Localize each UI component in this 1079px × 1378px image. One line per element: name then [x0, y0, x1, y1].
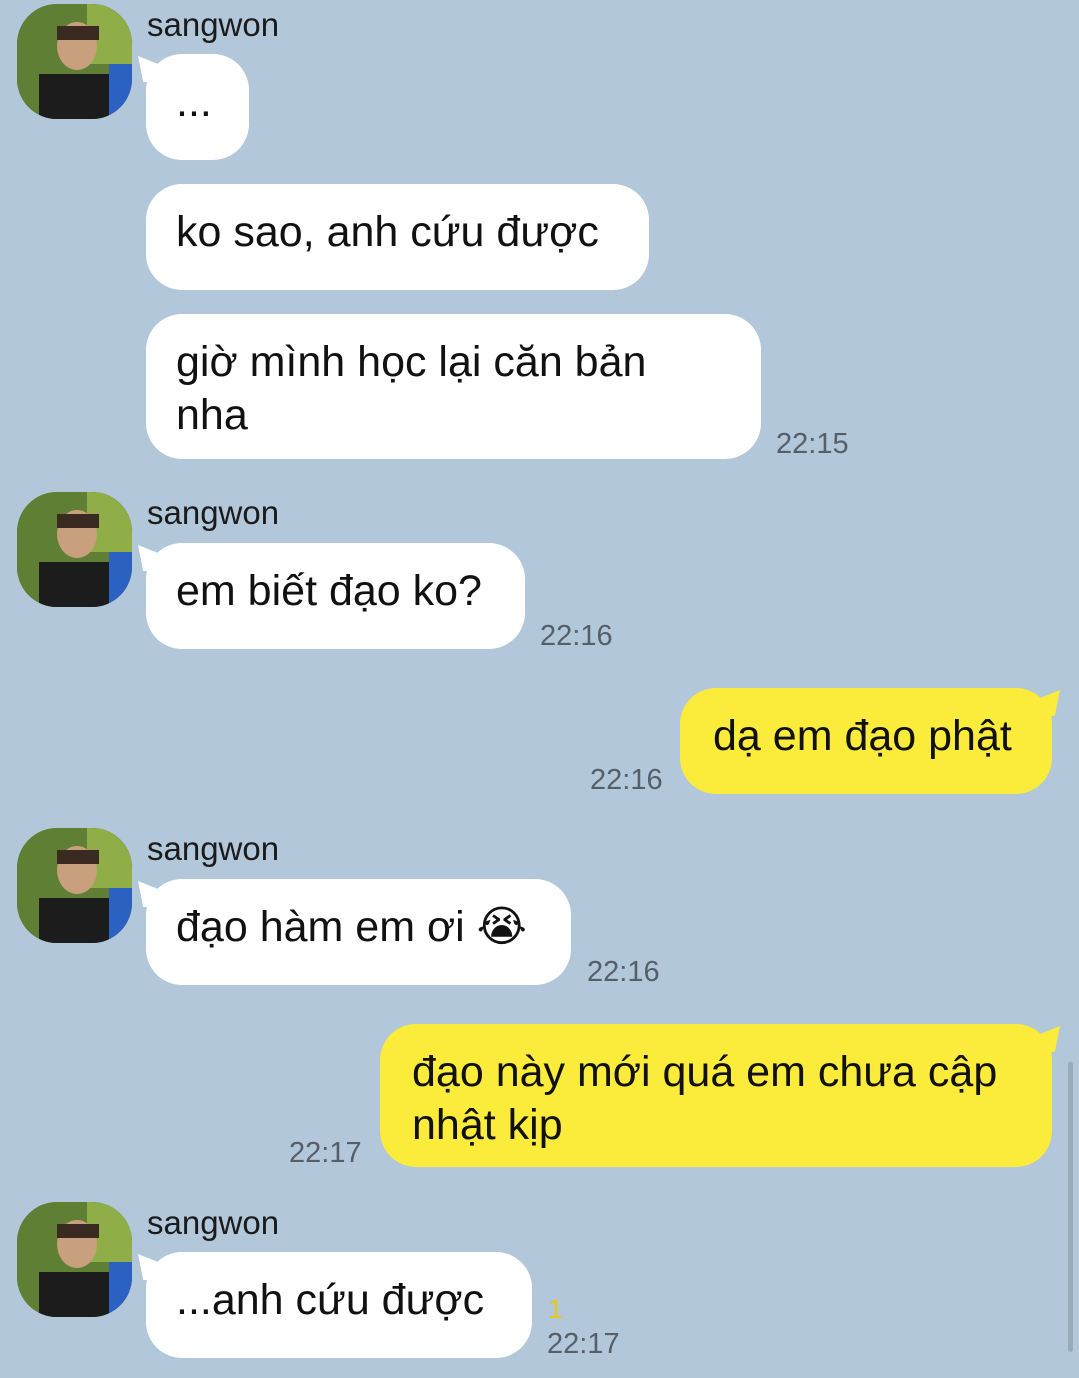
message-timestamp: 22:16 [590, 764, 663, 796]
sender-avatar[interactable] [17, 4, 132, 119]
message-timestamp: 22:17 [289, 1137, 362, 1169]
message-bubble[interactable]: ...anh cứu được [146, 1252, 532, 1358]
message-timestamp: 22:17 [547, 1328, 620, 1360]
message-timestamp: 22:16 [540, 620, 613, 652]
message-timestamp: 22:15 [776, 428, 849, 460]
message-bubble[interactable]: em biết đạo ko? [146, 543, 525, 649]
sender-name: sangwon [147, 6, 280, 43]
message-bubble[interactable]: đạo hàm em ơi 😭 [146, 879, 571, 985]
scrollbar[interactable] [1068, 1062, 1073, 1352]
my-message-bubble[interactable]: dạ em đạo phật [680, 688, 1052, 794]
sender-avatar[interactable] [17, 492, 132, 607]
message-bubble[interactable]: giờ mình học lại căn bản nha [146, 314, 761, 459]
bubble-tail [1034, 690, 1060, 716]
sender-name: sangwon [147, 494, 280, 531]
bubble-tail [1034, 1026, 1060, 1052]
sender-avatar[interactable] [17, 1202, 132, 1317]
my-message-bubble[interactable]: đạo này mới quá em chưa cập nhật kịp [380, 1024, 1052, 1167]
sender-name: sangwon [147, 830, 280, 867]
sender-name: sangwon [147, 1204, 280, 1241]
unread-count: 1 [548, 1294, 564, 1324]
message-bubble[interactable]: ... [146, 54, 249, 160]
message-timestamp: 22:16 [587, 956, 660, 988]
message-bubble[interactable]: ko sao, anh cứu được [146, 184, 649, 290]
sender-avatar[interactable] [17, 828, 132, 943]
